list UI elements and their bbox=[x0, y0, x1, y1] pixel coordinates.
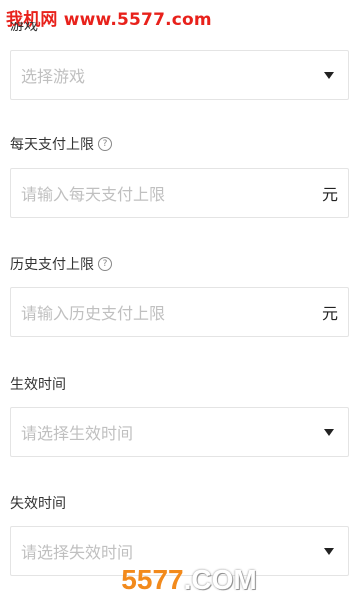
expiry-time-label: 失效时间 bbox=[10, 493, 66, 513]
daily-limit-label: 每天支付上限 ? bbox=[10, 134, 112, 154]
watermark-bottom-domain: .COM bbox=[183, 564, 257, 595]
daily-limit-unit: 元 bbox=[321, 185, 338, 204]
game-select[interactable]: 选择游戏 bbox=[10, 50, 349, 100]
watermark-bottom-number: 5577 bbox=[121, 564, 184, 595]
daily-limit-input[interactable]: 请输入每天支付上限 元 bbox=[10, 168, 349, 218]
watermark-bottom: 5577 .COM bbox=[96, 560, 282, 600]
effective-time-label-text: 生效时间 bbox=[10, 377, 66, 393]
expiry-time-label-text: 失效时间 bbox=[10, 496, 66, 512]
daily-limit-label-text: 每天支付上限 bbox=[10, 137, 94, 153]
history-limit-unit: 元 bbox=[321, 304, 338, 323]
game-select-placeholder: 选择游戏 bbox=[21, 67, 86, 86]
history-limit-input[interactable]: 请输入历史支付上限 元 bbox=[10, 287, 349, 337]
help-icon[interactable]: ? bbox=[98, 137, 112, 151]
help-icon[interactable]: ? bbox=[98, 257, 112, 271]
effective-time-label: 生效时间 bbox=[10, 374, 66, 394]
daily-limit-placeholder: 请输入每天支付上限 bbox=[21, 185, 166, 204]
effective-time-select[interactable]: 请选择生效时间 bbox=[10, 407, 349, 457]
history-limit-label-text: 历史支付上限 bbox=[10, 257, 94, 273]
game-label: 游戏 bbox=[10, 22, 70, 34]
history-limit-label: 历史支付上限 ? bbox=[10, 254, 112, 274]
history-limit-placeholder: 请输入历史支付上限 bbox=[21, 304, 166, 323]
effective-time-placeholder: 请选择生效时间 bbox=[21, 424, 134, 443]
dropdown-caret-icon[interactable] bbox=[324, 428, 334, 436]
dropdown-caret-icon[interactable] bbox=[324, 547, 334, 555]
game-label-text: 游戏 bbox=[10, 22, 38, 34]
dropdown-caret-icon[interactable] bbox=[324, 71, 334, 79]
